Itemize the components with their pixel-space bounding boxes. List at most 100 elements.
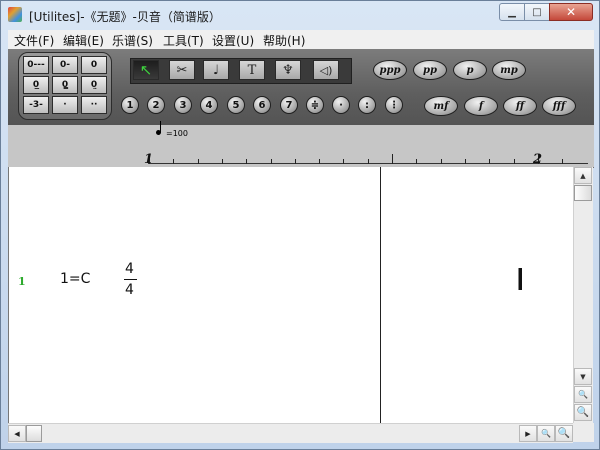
time-signature-numerator[interactable]: 4 <box>125 261 134 277</box>
ruler-tick <box>489 159 490 164</box>
sound-tool-button[interactable]: ◁) <box>313 60 339 80</box>
ruler-tick <box>441 159 442 164</box>
note-5-button[interactable]: 5 <box>227 96 245 114</box>
maximize-button[interactable]: □ <box>524 3 550 21</box>
repeat-dots-button[interactable]: : <box>358 96 376 114</box>
time-signature-denominator[interactable]: 4 <box>125 282 134 298</box>
speaker-icon: ◁) <box>319 63 333 77</box>
horizontal-scroll-thumb[interactable] <box>26 425 42 442</box>
ruler-tick <box>246 159 247 164</box>
close-button[interactable]: ✕ <box>549 3 593 21</box>
minimize-button[interactable]: ▁ <box>499 3 525 21</box>
tempo-value: =100 <box>166 129 188 138</box>
menu-score[interactable]: 乐谱(S) <box>112 32 153 49</box>
menu-settings[interactable]: 设置(U) <box>212 32 254 49</box>
text-icon: T <box>247 62 257 78</box>
ruler-tick <box>416 159 417 164</box>
scissors-icon: ✂ <box>176 62 188 78</box>
ruler-tick <box>392 154 393 164</box>
menu-help[interactable]: 帮助(H) <box>263 32 305 49</box>
ruler-tick <box>173 159 174 164</box>
eighth-note-button[interactable]: 0̲ <box>23 76 49 94</box>
ruler-tick <box>198 159 199 164</box>
vertical-scrollbar[interactable]: ▲ ▼ 🔍 🔍 <box>573 167 593 423</box>
vertical-scroll-thumb[interactable] <box>574 185 592 201</box>
insertion-cursor <box>518 268 522 290</box>
scroll-up-button[interactable]: ▲ <box>574 167 592 184</box>
title-bar: [Utilites]-《无题》-贝音（简谱版） ▁ □ ✕ <box>1 1 599 29</box>
dynamic-pp-button[interactable]: pp <box>413 60 447 80</box>
note-4-button[interactable]: 4 <box>200 96 218 114</box>
sixteenth-note-button[interactable]: 0̳ <box>52 76 78 94</box>
scroll-left-button[interactable]: ◀ <box>8 425 26 442</box>
zoom-out-horizontal-button[interactable]: 🔍 <box>555 425 573 442</box>
thirty-second-note-button[interactable]: 0̤ <box>81 76 107 94</box>
ruler-tick <box>295 159 296 164</box>
arrow-up-icon: ▲ <box>580 171 586 180</box>
menu-edit[interactable]: 编辑(E) <box>63 32 104 49</box>
note-7-button[interactable]: 7 <box>280 96 298 114</box>
zoom-in-vertical-button[interactable]: 🔍 <box>574 386 592 403</box>
quarter-note-button[interactable]: 0 <box>81 56 107 74</box>
app-logo-icon <box>8 7 22 22</box>
dot-button[interactable]: · <box>52 96 78 114</box>
half-note-button[interactable]: 0- <box>52 56 78 74</box>
dynamic-ppp-button[interactable]: ppp <box>373 60 407 80</box>
quarter-note-stem <box>160 121 161 133</box>
whole-note-button[interactable]: 0--- <box>23 56 49 74</box>
time-signature-divider <box>124 279 137 280</box>
dynamic-p-button[interactable]: p <box>453 60 487 80</box>
arrow-left-icon: ◀ <box>14 429 20 438</box>
key-signature[interactable]: 1=C <box>60 271 90 287</box>
cut-tool-button[interactable]: ✂ <box>169 60 195 80</box>
ruler-tick <box>514 159 515 164</box>
zoom-in-horizontal-button[interactable]: 🔍 <box>537 425 555 442</box>
measure-ruler: =100 1 2 <box>8 121 594 168</box>
dynamic-ff-button[interactable]: ff <box>503 96 537 116</box>
ruler-tick <box>368 159 369 164</box>
magnifier-icon: 🔍 <box>557 428 571 439</box>
menu-file[interactable]: 文件(F) <box>14 32 54 49</box>
ruler-tick <box>465 159 466 164</box>
duration-pad: 0--- 0- 0 0̲ 0̳ 0̤ -3- · ·· <box>18 52 112 120</box>
magnifier-icon: 🔍 <box>578 390 588 399</box>
scroll-down-button[interactable]: ▼ <box>574 368 592 385</box>
dynamic-mp-button[interactable]: mp <box>492 60 526 80</box>
measure-number-1: 1 <box>144 152 154 167</box>
dynamic-f-button[interactable]: f <box>464 96 498 116</box>
triple-dots-button[interactable]: ⋮ <box>385 96 403 114</box>
instrument-tool-button[interactable]: ♆ <box>275 60 301 80</box>
arrow-down-icon: ▼ <box>580 372 586 381</box>
lyre-icon: ♆ <box>282 62 294 78</box>
measure-number-2: 2 <box>533 152 543 167</box>
magnifier-icon: 🔍 <box>541 429 551 438</box>
menu-bar: 文件(F) 编辑(E) 乐谱(S) 工具(T) 设置(U) 帮助(H) <box>8 30 594 50</box>
line-number: 1 <box>18 275 26 288</box>
triplet-button[interactable]: -3- <box>23 96 49 114</box>
dot-note-button[interactable]: · <box>332 96 350 114</box>
ruler-tick <box>222 159 223 164</box>
note-3-button[interactable]: 3 <box>174 96 192 114</box>
dynamic-mf-button[interactable]: mf <box>424 96 458 116</box>
note-2-button[interactable]: 2 <box>147 96 165 114</box>
score-canvas[interactable]: 1 1=C 4 4 <box>8 167 574 423</box>
app-window: [Utilites]-《无题》-贝音（简谱版） ▁ □ ✕ 文件(F) 编辑(E… <box>0 0 600 450</box>
metronome-tool-button[interactable]: ♩ <box>203 60 229 80</box>
scrollbar-corner <box>573 423 594 442</box>
horizontal-scrollbar[interactable]: ◀ ▶ 🔍 🔍 <box>8 423 573 443</box>
text-tool-button[interactable]: T <box>239 60 265 80</box>
toolbar: 0--- 0- 0 0̲ 0̳ 0̤ -3- · ·· ↖ ✂ ♩ T ♆ ◁)… <box>8 49 594 126</box>
note-1-button[interactable]: 1 <box>121 96 139 114</box>
dynamic-fff-button[interactable]: fff <box>542 96 576 116</box>
arrow-right-icon: ▶ <box>525 429 531 438</box>
menu-tools[interactable]: 工具(T) <box>163 32 204 49</box>
note-6-button[interactable]: 6 <box>253 96 271 114</box>
ruler-tick <box>562 159 563 164</box>
double-dot-button[interactable]: ·· <box>81 96 107 114</box>
select-tool-button[interactable]: ↖ <box>133 60 159 80</box>
window-title: [Utilites]-《无题》-贝音（简谱版） <box>29 10 221 24</box>
scroll-right-button[interactable]: ▶ <box>519 425 537 442</box>
extend-button[interactable]: ≑ <box>306 96 324 114</box>
zoom-out-vertical-button[interactable]: 🔍 <box>574 404 592 421</box>
ruler-tick <box>271 159 272 164</box>
